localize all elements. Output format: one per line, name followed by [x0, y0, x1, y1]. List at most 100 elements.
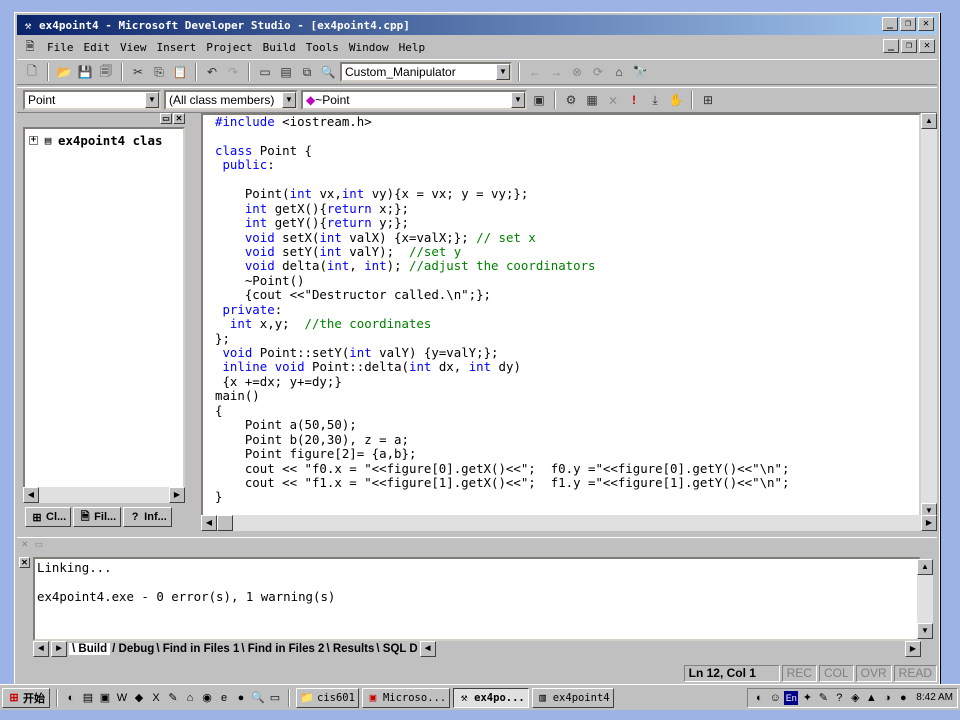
- tab-scroll-left[interactable]: ◀: [33, 641, 49, 657]
- menu-view[interactable]: View: [120, 41, 147, 54]
- scroll-up-button[interactable]: ▲: [917, 559, 933, 575]
- scroll-thumb[interactable]: [217, 515, 233, 531]
- output-vscroll[interactable]: ▲ ▼: [917, 559, 933, 639]
- build-icon[interactable]: ▦: [583, 91, 601, 109]
- save-icon[interactable]: 💾: [76, 63, 94, 81]
- mdi-close-button[interactable]: ✕: [919, 39, 935, 53]
- tab-build[interactable]: \ Build: [69, 643, 111, 655]
- filter-combo[interactable]: (All class members) ▼: [164, 90, 298, 110]
- quicklaunch-icon[interactable]: e: [217, 691, 231, 705]
- open-folder-icon[interactable]: 📂: [55, 63, 73, 81]
- home-icon[interactable]: ⌂: [610, 63, 628, 81]
- copy-icon[interactable]: ⎘: [150, 63, 168, 81]
- tab-classview[interactable]: ⊞ Cl...: [25, 507, 72, 527]
- wizard-action-icon[interactable]: ▣: [530, 91, 548, 109]
- paste-icon[interactable]: 📋: [171, 63, 189, 81]
- maximize-button[interactable]: ❐: [900, 17, 916, 31]
- tray-icon[interactable]: ●: [896, 691, 910, 705]
- quicklaunch-icon[interactable]: ▭: [268, 691, 282, 705]
- mdi-restore-button[interactable]: ❐: [901, 39, 917, 53]
- workspace-icon[interactable]: ▭: [256, 63, 274, 81]
- scroll-up-button[interactable]: ▲: [921, 113, 937, 129]
- workspace-close-button[interactable]: ✕: [173, 113, 185, 124]
- quicklaunch-icon[interactable]: ⌂: [183, 691, 197, 705]
- find-combo[interactable]: Custom_Manipulator ▼: [340, 62, 512, 82]
- hand-icon[interactable]: ✋: [667, 91, 685, 109]
- title-bar[interactable]: ⚒ ex4point4 - Microsoft Developer Studio…: [17, 15, 937, 35]
- menu-project[interactable]: Project: [206, 41, 252, 54]
- refresh-icon[interactable]: ⟳: [589, 63, 607, 81]
- members-combo[interactable]: ◆ ~Point ▼: [301, 90, 527, 110]
- tray-icon[interactable]: ✦: [800, 691, 814, 705]
- tab-find2[interactable]: \ Find in Files 2: [241, 643, 324, 655]
- find-in-files-icon[interactable]: 🔍: [319, 63, 337, 81]
- minimize-button[interactable]: _: [882, 17, 898, 31]
- quicklaunch-icon[interactable]: ●: [234, 691, 248, 705]
- menu-file[interactable]: File: [47, 41, 74, 54]
- tray-icon[interactable]: ◐: [752, 691, 766, 705]
- redo-icon[interactable]: ↷: [224, 63, 242, 81]
- output-window[interactable]: Linking... ex4point4.exe - 0 error(s), 1…: [33, 557, 921, 641]
- breakpoint-icon[interactable]: ⊞: [699, 91, 717, 109]
- chevron-down-icon[interactable]: ▼: [496, 64, 510, 80]
- go-icon[interactable]: ⤓: [646, 91, 664, 109]
- menu-window[interactable]: Window: [349, 41, 389, 54]
- tray-icon[interactable]: ☺: [768, 691, 782, 705]
- quicklaunch-icon[interactable]: ◆: [132, 691, 146, 705]
- editor-vscroll[interactable]: ▲ ▼: [921, 113, 937, 519]
- chevron-down-icon[interactable]: ▼: [282, 92, 296, 108]
- output-close-button[interactable]: ✕: [19, 557, 30, 568]
- output-toolbar-icon[interactable]: ▭: [35, 539, 44, 550]
- forward-arrow-icon[interactable]: →: [547, 63, 565, 81]
- quicklaunch-icon[interactable]: ▤: [81, 691, 95, 705]
- tab-hscroll-left[interactable]: ◀: [419, 641, 436, 657]
- code-editor[interactable]: #include <iostream.h> class Point { publ…: [201, 113, 921, 519]
- quicklaunch-icon[interactable]: X: [149, 691, 163, 705]
- menu-insert[interactable]: Insert: [157, 41, 197, 54]
- quicklaunch-icon[interactable]: ◉: [200, 691, 214, 705]
- compile-icon[interactable]: ⚙: [562, 91, 580, 109]
- undo-icon[interactable]: ↶: [203, 63, 221, 81]
- editor-hscroll[interactable]: ◀ ▶: [201, 515, 937, 531]
- menu-build[interactable]: Build: [263, 41, 296, 54]
- workspace-hscroll[interactable]: ◀ ▶: [23, 487, 185, 503]
- back-arrow-icon[interactable]: ←: [526, 63, 544, 81]
- mdi-minimize-button[interactable]: _: [883, 39, 899, 53]
- tab-fileview[interactable]: 🗎 Fil...: [73, 507, 122, 527]
- search-web-icon[interactable]: 🔭: [631, 63, 649, 81]
- scroll-left-button[interactable]: ◀: [201, 515, 217, 531]
- tray-icon[interactable]: ?: [832, 691, 846, 705]
- tray-icon[interactable]: ✎: [816, 691, 830, 705]
- output-hscroll-right[interactable]: ▶: [905, 641, 921, 657]
- menu-help[interactable]: Help: [399, 41, 426, 54]
- tray-icon[interactable]: ◑: [880, 691, 894, 705]
- tray-icon[interactable]: ◈: [848, 691, 862, 705]
- execute-icon[interactable]: !: [625, 91, 643, 109]
- expand-icon[interactable]: +: [29, 136, 38, 145]
- output-close-icon[interactable]: ✕: [21, 539, 29, 550]
- quicklaunch-icon[interactable]: W: [115, 691, 129, 705]
- scroll-right-button[interactable]: ▶: [169, 487, 185, 503]
- scroll-left-button[interactable]: ◀: [23, 487, 39, 503]
- menu-tools[interactable]: Tools: [306, 41, 339, 54]
- tab-sql[interactable]: \ SQL D: [376, 643, 417, 655]
- stop-icon[interactable]: ⊗: [568, 63, 586, 81]
- scroll-down-button[interactable]: ▼: [917, 623, 933, 639]
- tab-infoview[interactable]: ? Inf...: [123, 507, 172, 527]
- start-button[interactable]: ⊞ 开始: [2, 687, 50, 708]
- tab-scroll-right[interactable]: ▶: [51, 641, 67, 657]
- output-window-icon[interactable]: ▤: [277, 63, 295, 81]
- quicklaunch-icon[interactable]: ✎: [166, 691, 180, 705]
- quicklaunch-icon[interactable]: ▣: [98, 691, 112, 705]
- tab-debug[interactable]: / Debug: [112, 643, 154, 655]
- task-powerpoint[interactable]: ▣ Microso...: [361, 687, 451, 708]
- window-list-icon[interactable]: ⧉: [298, 63, 316, 81]
- chevron-down-icon[interactable]: ▼: [511, 92, 525, 108]
- stop-build-icon[interactable]: ⨯: [604, 91, 622, 109]
- cut-icon[interactable]: ✂: [129, 63, 147, 81]
- tree-item[interactable]: + ▤ ex4point4 clas: [25, 129, 183, 152]
- save-all-icon[interactable]: 🗐: [97, 63, 115, 81]
- scroll-right-button[interactable]: ▶: [921, 515, 937, 531]
- task-cis601[interactable]: 📁 cis601: [296, 687, 359, 708]
- document-icon[interactable]: 🗎: [23, 40, 37, 54]
